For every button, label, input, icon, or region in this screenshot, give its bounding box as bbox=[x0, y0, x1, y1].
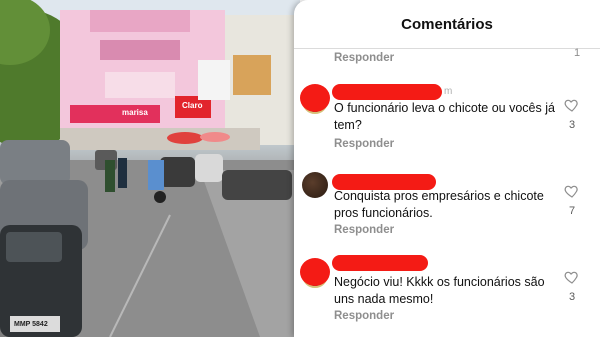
reply-button[interactable]: Responder bbox=[334, 224, 394, 236]
heart-icon[interactable] bbox=[564, 97, 580, 113]
censor-blot bbox=[300, 84, 330, 112]
comment-text: Negócio viu! Kkkk os funcionários são un… bbox=[334, 275, 545, 306]
brand-sign: Claro bbox=[182, 101, 203, 110]
sheet-title: Comentários bbox=[401, 16, 493, 33]
street-scene-illustration bbox=[0, 0, 300, 337]
like-count: 3 bbox=[568, 119, 576, 131]
comments-sheet: Comentários Responder 1 m O funcionário … bbox=[294, 0, 600, 337]
license-plate: MMP 5842 bbox=[14, 321, 48, 328]
reply-button[interactable]: Responder bbox=[334, 310, 394, 322]
comment-item: m O funcionário leva o chicote ou vocês … bbox=[294, 80, 600, 160]
reply-button[interactable]: Responder bbox=[334, 138, 394, 150]
like-count: 3 bbox=[568, 291, 576, 303]
heart-icon[interactable] bbox=[564, 183, 580, 199]
comment-item: Conquista pros empresários e chicote pro… bbox=[294, 170, 600, 250]
censored-username[interactable] bbox=[332, 84, 442, 100]
comment-item: Negócio viu! Kkkk os funcionários são un… bbox=[294, 252, 600, 337]
like-count: 1 bbox=[574, 47, 581, 59]
censor-blot bbox=[300, 258, 330, 286]
comment-text: Conquista pros empresários e chicote pro… bbox=[334, 189, 544, 220]
header-divider bbox=[294, 48, 600, 49]
avatar[interactable] bbox=[302, 172, 328, 198]
heart-icon[interactable] bbox=[564, 269, 580, 285]
censored-username[interactable] bbox=[332, 255, 428, 271]
avatar[interactable] bbox=[300, 84, 330, 114]
store-sign: marisa bbox=[122, 108, 148, 117]
street-photo: marisa Claro MMP 5842 bbox=[0, 0, 300, 337]
like-count: 7 bbox=[568, 205, 576, 217]
reply-button[interactable]: Responder bbox=[334, 52, 394, 64]
avatar[interactable] bbox=[300, 258, 330, 288]
username-suffix: m bbox=[444, 86, 453, 97]
comment-text: O funcionário leva o chicote ou vocês já… bbox=[334, 101, 555, 132]
